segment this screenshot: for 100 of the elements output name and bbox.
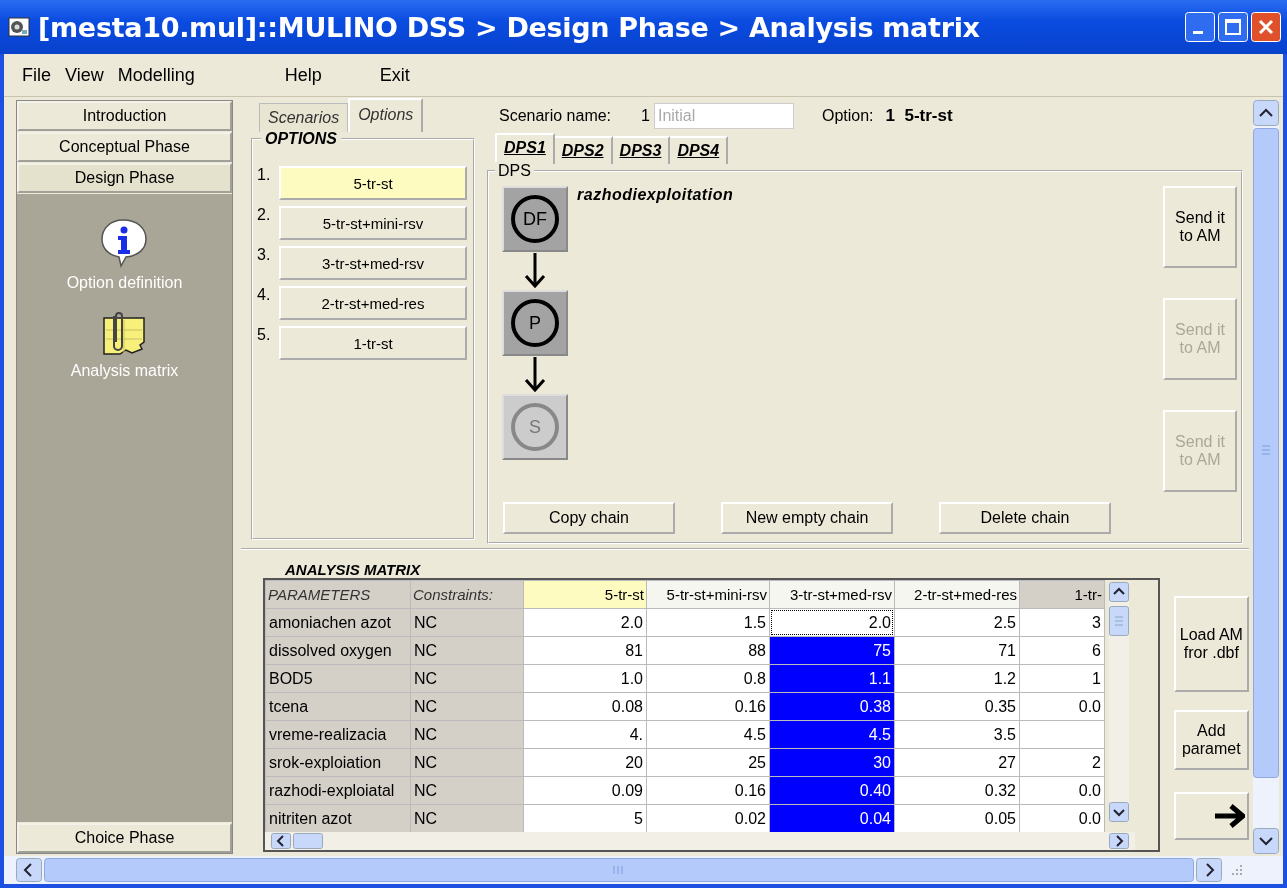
- send-button[interactable]: Send it to AM: [1163, 186, 1237, 268]
- table-cell: 0.35: [895, 693, 1019, 720]
- column-header[interactable]: Constraints:: [411, 581, 523, 608]
- table-cell: 0.05: [895, 805, 1019, 832]
- table-cell: 75: [770, 637, 894, 664]
- matrix-button[interactable]: Load AM fror .dbf: [1173, 596, 1249, 692]
- chain-node[interactable]: DF: [502, 186, 568, 252]
- table-cell: NC: [411, 609, 523, 636]
- table-cell: 0.16: [647, 777, 769, 804]
- column-header[interactable]: 5-tr-st: [524, 581, 646, 608]
- table-cell: 2.0: [524, 609, 646, 636]
- table-cell: 0.02: [647, 805, 769, 832]
- option-button[interactable]: 2-tr-st+med-res: [279, 286, 467, 320]
- scroll-down-icon: [1109, 802, 1129, 822]
- scroll-up-icon: [1109, 582, 1129, 602]
- menu-item[interactable]: Modelling: [117, 64, 195, 86]
- matrix-button[interactable]: Add paramet: [1173, 710, 1249, 770]
- table-cell: srok-exploiation: [266, 749, 410, 776]
- table-cell: 0.8: [647, 665, 769, 692]
- option-value: 1 5-tr-st: [885, 106, 953, 126]
- option-number: 4.: [257, 286, 272, 304]
- column-header[interactable]: PARAMETERS: [266, 581, 410, 608]
- table-cell: 5: [524, 805, 646, 832]
- option-button[interactable]: 5-tr-st+mini-rsv: [279, 206, 467, 240]
- option-button[interactable]: 1-tr-st: [279, 326, 467, 360]
- option-button[interactable]: 5-tr-st: [279, 166, 467, 200]
- menu-item[interactable]: File: [22, 64, 51, 86]
- phase-button[interactable]: Design Phase: [17, 163, 232, 193]
- option-number: 1.: [257, 166, 272, 184]
- tab[interactable]: DPS4: [670, 136, 729, 164]
- table-cell: 25: [647, 749, 769, 776]
- menu-item[interactable]: View: [65, 64, 104, 86]
- chain-node[interactable]: P: [502, 290, 568, 356]
- tab[interactable]: Scenarios: [259, 103, 349, 132]
- tab[interactable]: Options: [348, 98, 424, 132]
- column-header[interactable]: 3-tr-st+med-rsv: [770, 581, 894, 608]
- connector-arrow: [523, 253, 547, 289]
- table-cell: nitriten azot: [266, 805, 410, 832]
- column-header[interactable]: 1-tr-: [1020, 581, 1104, 608]
- table-cell: NC: [411, 637, 523, 664]
- table-cell: 1.0: [524, 665, 646, 692]
- chain-button[interactable]: Delete chain: [939, 502, 1111, 534]
- maximize-button[interactable]: [1218, 12, 1248, 42]
- table-cell: 2.5: [895, 609, 1019, 636]
- scroll-thumb-icon: [1253, 128, 1279, 778]
- table-cell: 6: [1020, 637, 1104, 664]
- table-cell: 0.38: [770, 693, 894, 720]
- scroll-up-icon: [1253, 100, 1279, 126]
- table-cell: 4.5: [647, 721, 769, 748]
- section-title: ANALYSIS MATRIX: [285, 560, 422, 578]
- table-cell: 1.2: [895, 665, 1019, 692]
- scroll-thumb-icon: [1109, 606, 1129, 636]
- table-cell: 88: [647, 637, 769, 664]
- vertical-scrollbar[interactable]: [1109, 582, 1129, 822]
- tab[interactable]: DPS3: [612, 136, 671, 164]
- vertical-scrollbar[interactable]: [1253, 100, 1279, 854]
- table-cell: NC: [411, 693, 523, 720]
- horizontal-scrollbar[interactable]: [4, 856, 1283, 884]
- table-cell: NC: [411, 721, 523, 748]
- column-header[interactable]: 5-tr-st+mini-rsv: [647, 581, 769, 608]
- chain-button[interactable]: New empty chain: [721, 502, 893, 534]
- next-button[interactable]: [1173, 792, 1249, 840]
- table-cell: 2.0: [770, 609, 894, 636]
- table-cell: 0.0: [1020, 805, 1104, 832]
- table-cell: 20: [524, 749, 646, 776]
- table-cell: NC: [411, 805, 523, 832]
- table-cell: 0.32: [895, 777, 1019, 804]
- table-cell: 3.5: [895, 721, 1019, 748]
- scroll-down-icon: [1253, 828, 1279, 854]
- option-button[interactable]: 3-tr-st+med-rsv: [279, 246, 467, 280]
- horizontal-scrollbar[interactable]: [265, 832, 1135, 850]
- scroll-left-icon: [271, 833, 291, 849]
- menu-item[interactable]: Help: [284, 64, 322, 86]
- table-cell: 4.5: [770, 721, 894, 748]
- chain-name: razhodiexploitation: [577, 186, 734, 204]
- column-header[interactable]: 2-tr-st+med-res: [895, 581, 1019, 608]
- table-cell: BOD5: [266, 665, 410, 692]
- phase-button[interactable]: Choice Phase: [17, 823, 232, 853]
- table-cell: 0.40: [770, 777, 894, 804]
- close-button[interactable]: [1251, 12, 1281, 42]
- phase-button[interactable]: Introduction: [17, 101, 232, 131]
- chain-button[interactable]: Copy chain: [503, 502, 675, 534]
- tab[interactable]: DPS1: [495, 133, 555, 164]
- option-number: 3.: [257, 246, 272, 264]
- minimize-button[interactable]: [1185, 12, 1215, 42]
- table-cell: 0.09: [524, 777, 646, 804]
- menu-item[interactable]: Exit: [379, 64, 410, 86]
- table-cell: 1: [1020, 665, 1104, 692]
- table-cell: 3: [1020, 609, 1104, 636]
- scenario-number: 1: [641, 107, 650, 125]
- table-cell: 30: [770, 749, 894, 776]
- table-cell: NC: [411, 665, 523, 692]
- table-cell: 71: [895, 637, 1019, 664]
- tab[interactable]: DPS2: [554, 136, 613, 164]
- table-cell: 1.1: [770, 665, 894, 692]
- phase-button[interactable]: Conceptual Phase: [17, 132, 232, 162]
- table-cell: 0.0: [1020, 777, 1104, 804]
- table-cell: tcena: [266, 693, 410, 720]
- scenario-label: Scenario name:: [499, 107, 612, 125]
- app-icon: [8, 17, 30, 37]
